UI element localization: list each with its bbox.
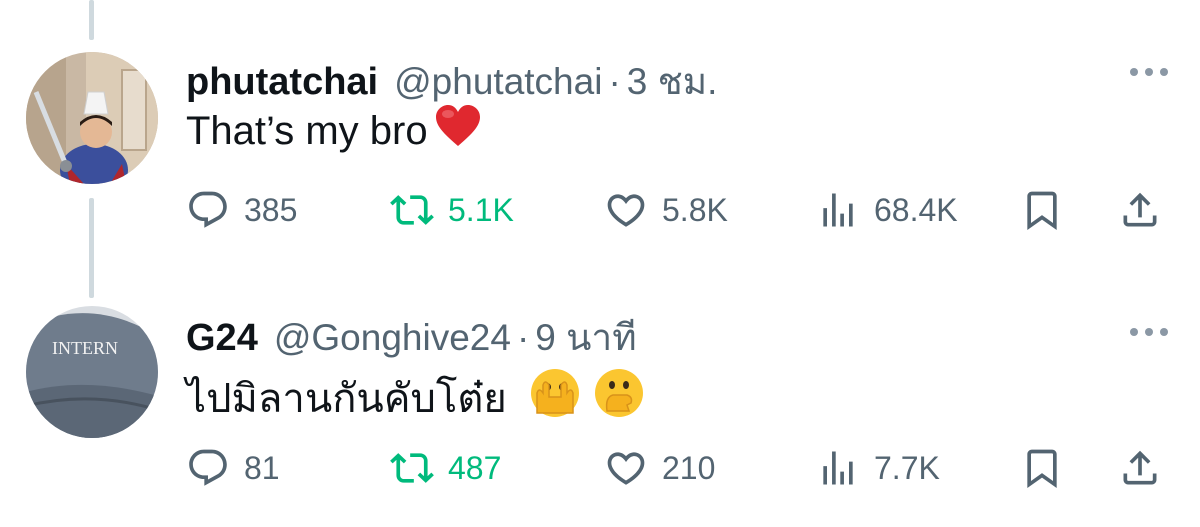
reply-icon [189,191,227,228]
avatar[interactable] [26,52,158,184]
face-with-hand-over-mouth-emoji [593,367,645,429]
user-handle[interactable]: @Gonghive24 [274,317,511,359]
views-count: 7.7K [874,449,940,486]
views-button[interactable]: 68.4K [816,185,958,235]
reply-button[interactable]: 81 [186,443,280,493]
face-with-open-eyes-hand-over-mouth-emoji [529,367,581,429]
repost-button[interactable]: 5.1K [390,185,514,235]
tweet-actions: 385 5.1K 5.8K 68.4K [0,185,1200,235]
views-count: 68.4K [874,191,958,228]
more-icon[interactable] [1130,328,1168,336]
reply-button[interactable]: 385 [186,185,297,235]
tweet-2[interactable]: INTERN G24 @Gonghive24 · 9 นาที ไปมิลานก… [0,290,1200,527]
tweet-text: That’s my bro [186,104,482,158]
avatar-cap-text: INTERN [52,338,118,358]
tweet-text: ไปมิลานกันคับโต๋ย [186,366,645,430]
like-icon [607,194,645,227]
views-icon [823,193,853,227]
share-icon [1123,192,1157,227]
red-heart-emoji [434,104,482,158]
bookmark-button[interactable] [1020,185,1064,235]
tweet-actions: 81 487 210 7.7K [0,443,1200,493]
bookmark-icon [1027,449,1057,489]
display-name[interactable]: G24 [186,317,258,360]
share-icon [1123,450,1157,485]
share-button[interactable] [1118,443,1162,493]
timestamp[interactable]: 9 นาที [535,308,636,367]
views-icon [823,451,853,485]
avatar[interactable]: INTERN [26,306,158,438]
tweet-1[interactable]: phutatchai @phutatchai · 3 ชม. That’s my… [0,0,1200,290]
repost-button[interactable]: 487 [390,443,501,493]
tweet-text-content: ไปมิลานกันคับโต๋ย [186,377,507,421]
repost-icon [390,453,434,483]
like-count: 5.8K [662,191,728,228]
display-name[interactable]: phutatchai [186,61,378,104]
like-count: 210 [662,449,716,486]
repost-count: 5.1K [448,191,514,228]
tweet-text-content: That’s my bro [186,108,428,153]
repost-count: 487 [448,449,502,486]
like-button[interactable]: 5.8K [604,185,728,235]
separator-dot: · [608,61,621,102]
separator-dot: · [516,317,530,358]
timestamp[interactable]: 3 ชม. [627,52,718,111]
reply-count: 385 [244,191,298,228]
share-button[interactable] [1118,185,1162,235]
like-button[interactable]: 210 [604,443,715,493]
more-icon[interactable] [1130,68,1168,76]
bookmark-button[interactable] [1020,443,1064,493]
repost-icon [390,195,434,225]
bookmark-icon [1027,191,1057,231]
views-button[interactable]: 7.7K [816,443,940,493]
reply-count: 81 [244,449,280,486]
like-icon [607,452,645,485]
reply-icon [189,449,227,486]
user-handle[interactable]: @phutatchai [394,61,602,103]
